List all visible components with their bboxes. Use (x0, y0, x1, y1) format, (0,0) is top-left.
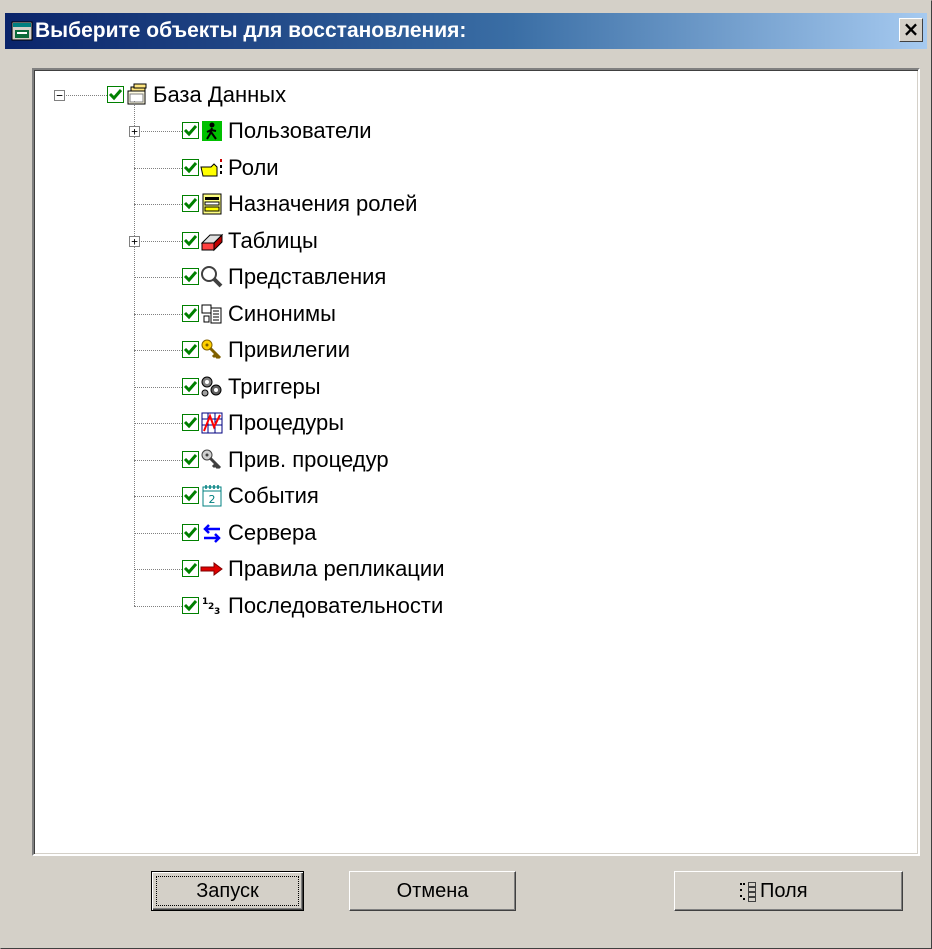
node-checkbox[interactable] (182, 232, 199, 249)
server-arrows-icon (200, 521, 224, 545)
tree-connector (134, 460, 182, 461)
cancel-button[interactable]: Отмена (349, 871, 516, 911)
node-label[interactable]: Прив. процедур (228, 447, 389, 473)
tree-connector (134, 606, 182, 607)
svg-text:3: 3 (214, 607, 220, 617)
node-label[interactable]: Последовательности (228, 593, 443, 619)
node-checkbox[interactable] (182, 560, 199, 577)
role-grant-icon (200, 192, 224, 216)
focus-rect (156, 876, 299, 906)
fields-button[interactable]: Поля (674, 871, 903, 911)
node-checkbox[interactable] (182, 305, 199, 322)
tree-connector (134, 387, 182, 388)
run-button[interactable]: Запуск (151, 871, 304, 911)
replication-arrow-icon (200, 557, 224, 581)
view-magnifier-icon (200, 265, 224, 289)
tree-view: − База Данных + Пользователи Роли Назначения … (34, 70, 918, 854)
tree-connector (134, 350, 182, 351)
node-label[interactable]: Назначения ролей (228, 191, 417, 217)
key-icon (200, 338, 224, 362)
tree-connector (134, 533, 182, 534)
node-checkbox[interactable] (182, 414, 199, 431)
node-checkbox[interactable] (182, 451, 199, 468)
tree-connector (134, 496, 182, 497)
procedure-icon (200, 411, 224, 435)
tree-connector (134, 569, 182, 570)
svg-text:2: 2 (209, 493, 216, 506)
sequence-icon: 123 (200, 594, 224, 618)
node-checkbox[interactable] (182, 268, 199, 285)
node-checkbox[interactable] (107, 86, 124, 103)
dialog-window: Выберите объекты для восстановления: × −… (0, 0, 932, 949)
node-label[interactable]: Процедуры (228, 410, 344, 436)
node-checkbox[interactable] (182, 378, 199, 395)
tree-connector (134, 241, 182, 242)
node-label[interactable]: Таблицы (228, 228, 318, 254)
dialog-title: Выберите объекты для восстановления: (35, 19, 467, 42)
role-hand-icon (200, 156, 224, 180)
node-label[interactable]: Правила репликации (228, 556, 444, 582)
tree-connector (134, 423, 182, 424)
calendar-icon: 2 (200, 484, 224, 508)
node-label[interactable]: Сервера (228, 520, 317, 546)
node-label[interactable]: Представления (228, 264, 386, 290)
node-checkbox[interactable] (182, 341, 199, 358)
fields-button-label: Поля (760, 880, 808, 902)
node-label[interactable]: Синонимы (228, 301, 336, 327)
database-folders-icon (125, 83, 149, 107)
node-checkbox[interactable] (182, 195, 199, 212)
node-checkbox[interactable] (182, 487, 199, 504)
tree-connector (59, 95, 107, 96)
expander-toggle[interactable]: + (129, 126, 140, 137)
node-label[interactable]: Триггеры (228, 374, 321, 400)
tree-connector (134, 168, 182, 169)
node-label[interactable]: База Данных (153, 82, 286, 108)
tree-connector (134, 277, 182, 278)
node-checkbox[interactable] (182, 122, 199, 139)
node-checkbox[interactable] (182, 524, 199, 541)
node-label[interactable]: Привилегии (228, 337, 350, 363)
node-checkbox[interactable] (182, 159, 199, 176)
node-label[interactable]: События (228, 483, 319, 509)
expander-toggle[interactable]: − (54, 90, 65, 101)
cancel-button-label: Отмена (396, 880, 469, 902)
tree-connector (134, 131, 182, 132)
tree-connector (134, 314, 182, 315)
node-label[interactable]: Роли (228, 155, 279, 181)
procedure-key-icon (200, 448, 224, 472)
tree-connector (134, 204, 182, 205)
title-bar[interactable]: Выберите объекты для восстановления: × (5, 13, 927, 49)
synonym-icon (200, 302, 224, 326)
tree-trunk (134, 101, 135, 606)
node-label[interactable]: Пользователи (228, 118, 372, 144)
table-icon (200, 229, 224, 253)
close-icon: × (902, 17, 920, 41)
user-icon (200, 119, 224, 143)
db-window-icon (11, 21, 33, 41)
trigger-gears-icon (200, 375, 224, 399)
close-button[interactable]: × (899, 18, 923, 42)
node-checkbox[interactable] (182, 597, 199, 614)
object-tree[interactable]: − База Данных + Пользователи Роли Назначения … (32, 68, 920, 856)
fields-icon (740, 882, 756, 902)
expander-toggle[interactable]: + (129, 236, 140, 247)
